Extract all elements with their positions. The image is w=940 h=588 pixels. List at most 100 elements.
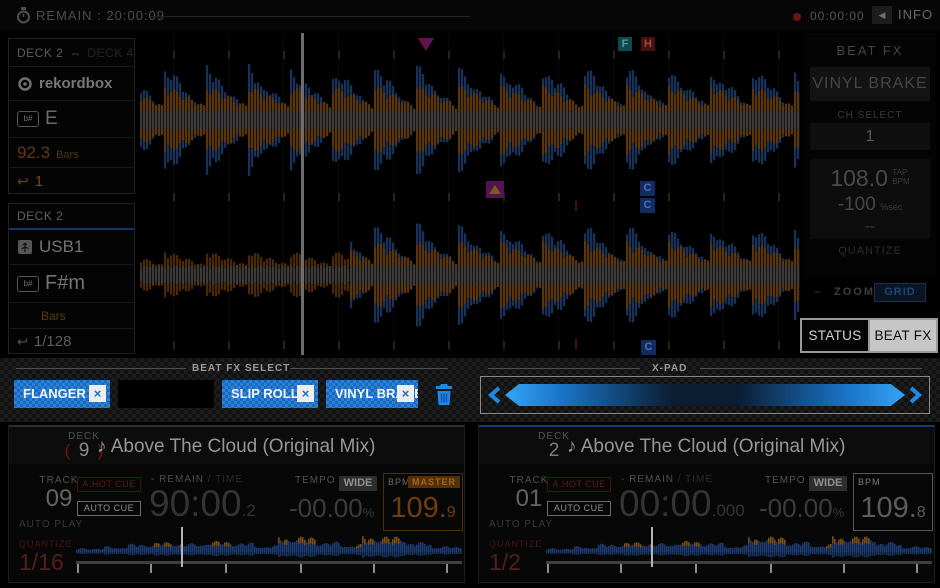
- zoom-controls: − ZOOM GRID: [810, 283, 936, 301]
- deck-other-label: DECK 4: [87, 46, 133, 60]
- zoom-minus-button[interactable]: −: [814, 285, 821, 299]
- rekordbox-icon: [17, 76, 33, 92]
- tap-label: TAP: [892, 168, 909, 177]
- bpm-value: 109.9: [384, 492, 462, 525]
- time-fraction: .000: [712, 501, 745, 520]
- source-label: USB1: [39, 237, 83, 257]
- xpad-bar[interactable]: [505, 384, 905, 406]
- quantize-label: QUANTIZE: [489, 539, 543, 549]
- info-button[interactable]: INFO: [898, 7, 933, 22]
- bars-row-top: 92.3 Bars: [9, 138, 134, 168]
- tempo-label: TEMPO: [765, 475, 806, 486]
- brand-label: rekordbox: [39, 75, 112, 92]
- wide-badge: WIDE: [339, 476, 377, 491]
- top-divider: [150, 16, 470, 17]
- loop-row-bottom: ↩ 1/128: [9, 329, 134, 354]
- hot-cue-h-marker[interactable]: H: [641, 37, 655, 51]
- fx-bpm-box[interactable]: 108.0 TAP BPM -100 %sec --: [810, 159, 930, 239]
- hot-cue-f-marker[interactable]: F: [618, 37, 632, 51]
- bars-value: 92.3: [17, 143, 50, 163]
- key-icon: b#: [17, 276, 39, 292]
- remain-time-display: REMAIN : 20:00:09: [36, 8, 165, 23]
- overview-waveform-svg: [76, 531, 462, 561]
- up-triangle-icon: [489, 185, 501, 194]
- bar-ruler-bottom: [140, 341, 800, 349]
- fx-slot-empty[interactable]: [118, 380, 214, 408]
- xpad-left-chevron-icon: [486, 386, 502, 404]
- tab-beat-fx[interactable]: BEAT FX: [870, 320, 936, 351]
- beat-fx-select-strip: BEAT FX SELECT FLANGER × SLIP ROLL × VIN…: [0, 358, 940, 422]
- track-overview-waveform[interactable]: [76, 531, 462, 561]
- brand-row: rekordbox: [9, 67, 134, 101]
- deck-label-row[interactable]: DECK 2: [9, 204, 134, 230]
- deck-label: DECK 2: [17, 209, 63, 223]
- cue-c-marker-3[interactable]: C: [641, 340, 656, 355]
- master-badge: MASTER: [408, 476, 460, 488]
- deck-switch[interactable]: DECK 2 ⇔ DECK 4: [9, 39, 134, 67]
- fx-slot-slip-roll[interactable]: SLIP ROLL ×: [222, 380, 318, 408]
- divider: [488, 368, 640, 369]
- left-triangle-icon: ◀: [879, 10, 886, 20]
- a-hot-cue-button[interactable]: A.HOT CUE: [77, 477, 141, 492]
- bpm-box: BPM MASTER 109.9: [383, 473, 463, 531]
- divider: [16, 368, 186, 369]
- fx-select-title: BEAT FX SELECT: [192, 363, 290, 374]
- fx-slot-flanger[interactable]: FLANGER ×: [14, 380, 110, 408]
- time-display[interactable]: 00:00.000: [619, 483, 745, 525]
- loop-value: 1/128: [34, 333, 72, 350]
- panel-tabs: STATUS BEAT FX: [800, 318, 938, 353]
- quantize-label: QUANTIZE: [19, 539, 73, 549]
- key-row-bottom: b# F#m: [9, 265, 134, 303]
- cue-c-marker-1[interactable]: C: [640, 181, 655, 196]
- tempo-value: -00.00%: [759, 493, 844, 524]
- note-icon: ♪: [567, 436, 577, 457]
- time-fraction: .2: [242, 501, 256, 520]
- stopwatch-icon: [16, 7, 31, 24]
- auto-cue-button[interactable]: AUTO CUE: [77, 501, 141, 516]
- auto-cue-button[interactable]: AUTO CUE: [547, 501, 611, 516]
- remove-fx-icon[interactable]: ×: [297, 385, 314, 402]
- remove-fx-icon[interactable]: ×: [397, 385, 414, 402]
- trash-icon[interactable]: [434, 384, 454, 406]
- track-overview-waveform[interactable]: [546, 531, 932, 561]
- bpm-fraction: 9: [447, 504, 456, 521]
- deck-flash-paren-left: (: [65, 441, 71, 460]
- cue-tick-red: [575, 201, 577, 211]
- phrase-ticks: [546, 564, 932, 574]
- overview-playhead: [651, 527, 653, 567]
- fx-slot-label: SLIP ROLL: [231, 380, 299, 408]
- waveform-deck-b: [140, 211, 800, 339]
- a-hot-cue-button[interactable]: A.HOT CUE: [547, 477, 611, 492]
- loop-value: 1: [35, 173, 43, 190]
- track-title: ♪ Above The Cloud (Original Mix): [567, 436, 845, 458]
- fx-slot-vinyl-brake[interactable]: VINYL BRAKE ×: [326, 380, 418, 408]
- xpad[interactable]: [480, 376, 930, 414]
- memory-cue-marker[interactable]: [486, 181, 504, 198]
- time-display[interactable]: 90:00.2: [149, 483, 256, 525]
- grid-button[interactable]: GRID: [874, 283, 926, 302]
- key-value: E: [45, 108, 58, 130]
- deck-status-left: DECK ( 9 ) ♪ Above The Cloud (Original M…: [8, 425, 465, 583]
- zoom-label: ZOOM: [834, 286, 875, 298]
- tab-status[interactable]: STATUS: [802, 320, 870, 351]
- xpad-right-chevron-icon: [908, 386, 924, 404]
- beat-fx-title: BEAT FX: [804, 43, 936, 58]
- fx-param-unit: %sec: [880, 202, 902, 212]
- deck-status-right: DECK 2 ♪ Above The Cloud (Original Mix) …: [478, 425, 935, 583]
- bpm-box: BPM 109.8: [853, 473, 933, 531]
- cue-c-marker-2[interactable]: C: [640, 198, 655, 213]
- waveform-deck-a: [140, 57, 800, 183]
- beat-fx-panel: BEAT FX VINYL BRAKE CH SELECT 1 108.0 TA…: [804, 33, 936, 278]
- bpm-fraction: 8: [917, 504, 926, 521]
- remove-fx-icon[interactable]: ×: [89, 385, 106, 402]
- loop-icon: ↩: [17, 173, 29, 190]
- xpad-title: X-PAD: [652, 363, 687, 374]
- deck-number-value: 9: [75, 440, 94, 461]
- info-collapse-icon[interactable]: ◀: [872, 6, 892, 24]
- fx-name-display[interactable]: VINYL BRAKE: [810, 67, 930, 101]
- fx-quantize-label: QUANTIZE: [804, 245, 936, 257]
- deck-header: DECK ( 9 ) ♪ Above The Cloud (Original M…: [9, 427, 464, 464]
- ch-select-value[interactable]: 1: [810, 123, 930, 150]
- main-waveform-area[interactable]: F H C C C: [140, 33, 800, 355]
- overview-playhead: [181, 527, 183, 567]
